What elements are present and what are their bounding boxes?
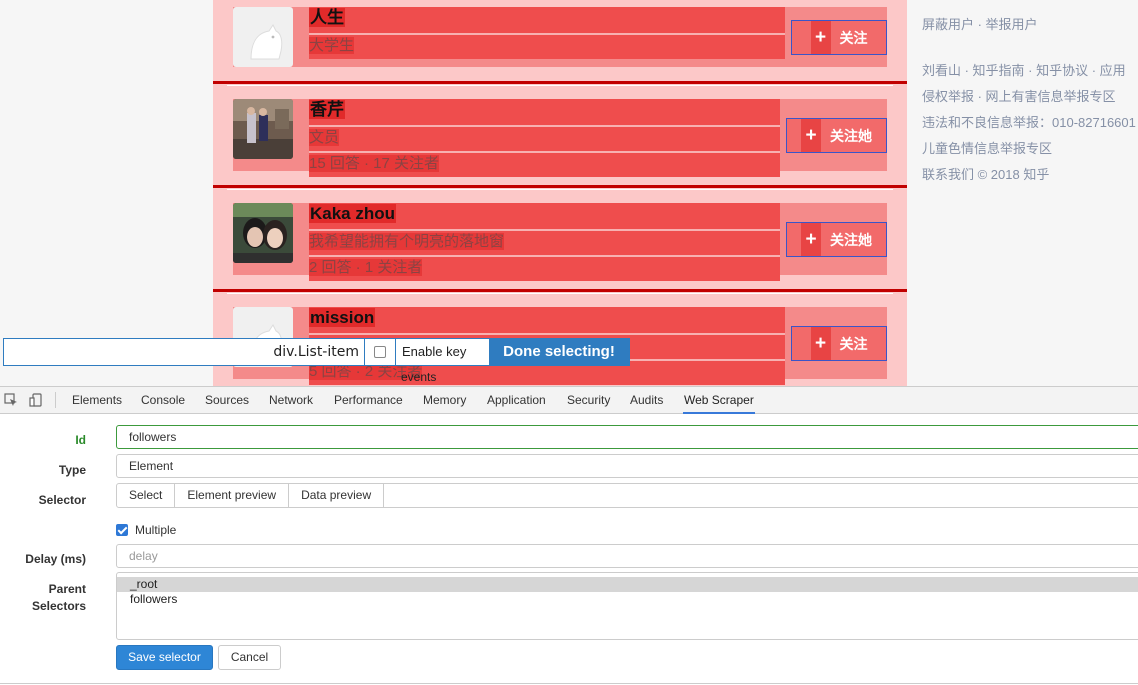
browser-viewport: { "users": [ {"name": "人生", "headline": … [0,0,1138,685]
default-avatar-icon[interactable] [233,7,293,67]
user-name-text[interactable]: Kaka zhou [309,204,397,223]
tab-audits[interactable]: Audits [629,387,664,414]
devtools-tabbar: Elements Console Sources Network Perform… [0,387,1138,414]
footer-links-1[interactable]: 刘看山 · 知乎指南 · 知乎协议 · 应用 [922,58,1138,84]
parent-option-followers[interactable]: followers [117,592,1138,607]
id-input[interactable]: followers [116,425,1138,449]
enable-key-label: Enable key [402,344,467,359]
plus-icon: + [810,21,831,54]
checkbox-box[interactable] [374,346,386,358]
user-stats-text[interactable]: 15 回答 · 17 关注者 [309,155,440,172]
tab-sources[interactable]: Sources [204,387,250,414]
panel-bottom-border [0,683,1138,684]
user-headline: 我希望能拥有个明亮的落地窗 [309,229,780,255]
selector-label: Selector [38,493,86,507]
type-label: Type [58,463,86,477]
user-name[interactable]: 香芹 [309,99,780,125]
selection-toolbar: Enable key Done selecting! [3,338,630,366]
follow-button[interactable]: + 关注她 [786,118,887,153]
selector-input[interactable] [383,483,1138,508]
element-preview-button[interactable]: Element preview [174,483,290,508]
save-selector-button[interactable]: Save selector [116,645,213,670]
multiple-label: Multiple [135,523,177,537]
tab-console[interactable]: Console [140,387,186,414]
user-name[interactable]: 人生 [309,7,785,33]
user-avatar[interactable] [233,99,293,159]
multiple-option[interactable]: Multiple [116,522,176,538]
tab-web-scraper[interactable]: Web Scraper [683,387,755,414]
id-label: Id [75,433,86,447]
type-select[interactable]: Element [116,454,1138,478]
user-stats[interactable]: 15 回答 · 17 关注者 [309,151,780,177]
toolbar-divider [55,392,56,408]
follow-button[interactable]: + 关注她 [786,222,887,257]
user-stats[interactable]: 2 回答 · 1 关注者 [309,255,780,281]
follow-button[interactable]: + 关注 [791,20,887,55]
user-headline-text: 文员 [309,129,340,146]
follow-label: 关注她 [830,127,872,144]
parent-option-root[interactable]: _root [117,577,1138,592]
list-separator [213,185,907,190]
cancel-button[interactable]: Cancel [218,645,281,670]
plus-icon: + [810,327,831,360]
user-name[interactable]: Kaka zhou [309,203,780,229]
delay-label: Delay (ms) [25,552,86,566]
inspect-element-icon[interactable] [4,393,18,407]
select-button[interactable]: Select [116,483,176,508]
user-stats-text[interactable]: 2 回答 · 1 关注者 [309,259,423,276]
follow-button[interactable]: + 关注 [791,326,887,361]
list-item[interactable]: Kaka zhou 我希望能拥有个明亮的落地窗 2 回答 · 1 关注者 + 关注… [233,203,887,281]
user-headline: 大学生 [309,33,785,59]
footer-links-3[interactable]: 违法和不良信息举报：010-82716601 [922,110,1138,136]
selector-controls: Select Element preview Data preview [116,483,1138,508]
list-separator [213,81,907,86]
list-item[interactable]: 人生 大学生 + 关注 [233,7,887,67]
enable-key-checkbox[interactable] [364,339,396,365]
user-name[interactable]: mission [309,307,785,333]
user-headline-text: 大学生 [309,37,355,54]
list-separator [213,289,907,294]
data-preview-button[interactable]: Data preview [288,483,385,508]
follow-label: 关注 [839,29,868,46]
user-name-text[interactable]: mission [309,308,376,327]
sidebar-footer-links: 屏蔽用户 · 举报用户 刘看山 · 知乎指南 · 知乎协议 · 应用 侵权举报 … [922,12,1138,188]
plus-icon: + [801,223,821,256]
devtools-panel: Elements Console Sources Network Perform… [0,386,1138,685]
tab-network[interactable]: Network [268,387,314,414]
user-avatar[interactable] [233,203,293,263]
user-headline-text: 我希望能拥有个明亮的落地窗 [309,233,505,250]
parent-selectors-label-1: Parent [48,582,86,596]
plus-icon: + [801,119,821,152]
footer-links-4[interactable]: 儿童色情信息举报专区 [922,136,1138,162]
list-item[interactable]: 香芹 文员 15 回答 · 17 关注者 + 关注她 [233,99,887,177]
multiple-checkbox[interactable] [116,524,128,536]
parent-selectors-label-2: Selectors [31,599,86,613]
footer-copyright[interactable]: 联系我们 © 2018 知乎 [922,162,1138,188]
block-report-links[interactable]: 屏蔽用户 · 举报用户 [922,12,1138,38]
user-info: 人生 大学生 [309,7,785,59]
user-info: Kaka zhou 我希望能拥有个明亮的落地窗 2 回答 · 1 关注者 [309,203,780,281]
device-toolbar-icon[interactable] [29,393,43,407]
tab-performance[interactable]: Performance [333,387,404,414]
footer-links-2[interactable]: 侵权举报 · 网上有害信息举报专区 [922,84,1138,110]
follow-label: 关注 [839,335,868,352]
user-info: 香芹 文员 15 回答 · 17 关注者 [309,99,780,177]
user-headline: 文员 [309,125,780,151]
web-page: 人生 大学生 + 关注 香芹 文员 15 回答 · 17 关注者 + 关注她 Kak… [0,0,1138,386]
tab-application[interactable]: Application [486,387,547,414]
done-selecting-button[interactable]: Done selecting! [489,339,629,365]
events-label: events [401,370,437,384]
user-name-text[interactable]: 香芹 [309,100,345,119]
user-name-text[interactable]: 人生 [309,8,345,27]
delay-input[interactable]: delay [116,544,1138,568]
follow-label: 关注她 [830,231,872,248]
tab-memory[interactable]: Memory [422,387,467,414]
tab-elements[interactable]: Elements [71,387,123,414]
tab-security[interactable]: Security [566,387,611,414]
parent-selectors-list[interactable]: _root followers [116,572,1138,640]
selector-preview-input[interactable] [4,339,364,365]
